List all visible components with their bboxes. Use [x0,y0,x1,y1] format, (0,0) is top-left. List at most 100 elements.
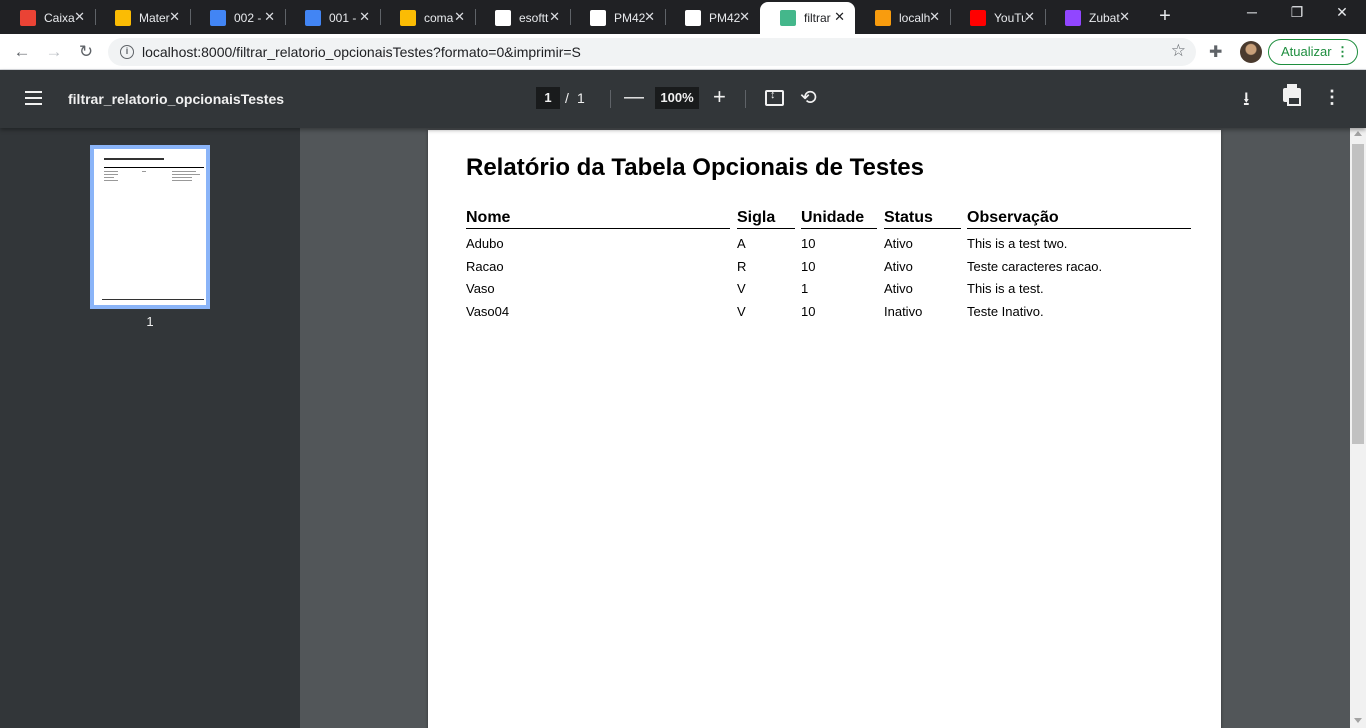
cell-observacao: This is a test two. [967,236,1068,251]
tab-close-icon[interactable]: ✕ [264,9,275,25]
close-window-button[interactable]: ✕ [1330,4,1354,21]
browser-tab[interactable]: esoftt ✕ [475,2,570,34]
django-icon [780,10,796,26]
github-icon [495,10,511,26]
tab-close-icon[interactable]: ✕ [454,9,465,25]
tab-close-icon[interactable]: ✕ [169,9,180,25]
cell-nome: Vaso04 [466,304,510,319]
zoom-level-input[interactable]: 100% [655,87,699,109]
update-label: Atualizar [1281,44,1332,59]
page-separator: / [565,90,569,106]
zoom-in-icon[interactable]: + [713,84,726,110]
browser-tab[interactable]: 001 - ✕ [285,2,380,34]
column-header-status: Status [884,209,961,229]
cell-observacao: This is a test. [967,281,1044,296]
site-icon [685,10,701,26]
cell-status: Ativo [884,236,913,251]
pdf-toolbar: filtrar_relatorio_opcionaisTestes 1 / 1 … [0,70,1366,128]
scroll-down-arrow-icon[interactable] [1354,718,1362,723]
tab-title: filtrar [804,11,831,25]
tab-close-icon[interactable]: ✕ [74,9,85,25]
google-docs-icon [210,10,226,26]
download-icon[interactable]: ⭳ [1243,85,1250,117]
tab-title: Caixa [44,11,75,25]
scroll-up-arrow-icon[interactable] [1354,131,1362,136]
twitch-icon [1065,10,1081,26]
profile-avatar[interactable] [1240,41,1262,63]
vertical-scrollbar[interactable] [1350,128,1366,728]
youtube-icon [970,10,986,26]
update-button[interactable]: Atualizar ⋮ [1268,39,1358,65]
tab-title: Zubat [1089,11,1120,25]
cell-observacao: Teste caracteres racao. [967,259,1103,274]
maximize-button[interactable]: ❐ [1285,4,1309,21]
toolbar-divider [745,90,746,108]
browser-tab[interactable]: PM42 ✕ [665,2,760,34]
browser-tab[interactable]: localh ✕ [855,2,950,34]
reload-icon[interactable]: ↻ [76,42,96,62]
column-header-observacao: Observação [967,209,1191,229]
tab-title: localh [899,11,931,25]
cell-sigla: V [737,304,746,319]
browser-tab[interactable]: Mater ✕ [95,2,190,34]
report-title: Relatório da Tabela Opcionais de Testes [466,154,924,181]
tab-title: esoftt [519,11,549,25]
rotate-icon[interactable]: ⟲ [800,85,817,110]
browser-tab[interactable]: Caixa ✕ [0,2,95,34]
tab-close-icon[interactable]: ✕ [834,9,845,25]
print-icon[interactable] [1283,84,1301,106]
pdf-viewer[interactable]: Relatório da Tabela Opcionais de Testes … [300,128,1350,728]
cell-sigla: R [737,259,747,274]
back-icon[interactable]: ← [12,42,32,62]
browser-toolbar: ← → ↻ i localhost:8000/filtrar_relatorio… [0,34,1366,70]
tab-title: Mater [139,11,170,25]
zoom-out-icon[interactable]: — [624,86,644,109]
google-docs-icon [305,10,321,26]
thumbnail-page [94,149,206,305]
tab-close-icon[interactable]: ✕ [929,9,940,25]
tab-close-icon[interactable]: ✕ [644,9,655,25]
cell-sigla: V [737,281,746,296]
page-total: 1 [577,90,585,106]
browser-tab[interactable]: coma ✕ [380,2,475,34]
fit-to-page-icon[interactable] [765,89,784,106]
browser-tab[interactable]: PM42 ✕ [570,2,665,34]
new-tab-button[interactable]: + [1155,6,1175,26]
cell-status: Ativo [884,259,913,274]
hamburger-menu-icon[interactable] [25,91,42,105]
extensions-puzzle-icon[interactable]: ✚ [1209,42,1222,62]
tab-close-icon[interactable]: ✕ [549,9,560,25]
site-info-icon[interactable]: i [120,45,134,59]
page-number-input[interactable]: 1 [536,87,560,109]
forward-icon[interactable]: → [44,42,64,62]
browser-tab[interactable]: 002 - ✕ [190,2,285,34]
minimize-button[interactable]: ─ [1240,4,1264,20]
tab-close-icon[interactable]: ✕ [1119,9,1130,25]
browser-tab[interactable]: Zubat ✕ [1045,2,1140,34]
column-header-sigla: Sigla [737,209,795,229]
tab-title: 002 - [234,11,262,25]
cell-nome: Vaso [466,281,495,296]
page-thumbnail[interactable] [90,145,210,309]
scroll-thumb[interactable] [1352,144,1364,444]
bookmark-star-icon[interactable]: ☆ [1171,41,1186,61]
tab-title: PM42 [709,11,741,25]
tab-close-icon[interactable]: ✕ [1024,9,1035,25]
toolbar-divider [610,90,611,108]
more-actions-icon[interactable]: ⋮ [1323,87,1341,108]
address-bar[interactable]: i localhost:8000/filtrar_relatorio_opcio… [108,38,1196,66]
column-header-unidade: Unidade [801,209,877,229]
tab-close-icon[interactable]: ✕ [359,9,370,25]
google-icon [590,10,606,26]
phpmyadmin-icon [875,10,891,26]
browser-tab[interactable]: YouTu ✕ [950,2,1045,34]
google-drive-icon [400,10,416,26]
cell-sigla: A [737,236,746,251]
tab-close-icon[interactable]: ✕ [739,9,750,25]
cell-unidade: 10 [801,236,816,251]
cell-unidade: 10 [801,259,816,274]
tab-title: 001 - [329,11,357,25]
cell-nome: Adubo [466,236,504,251]
browser-tab[interactable]: filtrar ✕ [760,2,855,34]
cell-status: Inativo [884,304,923,319]
